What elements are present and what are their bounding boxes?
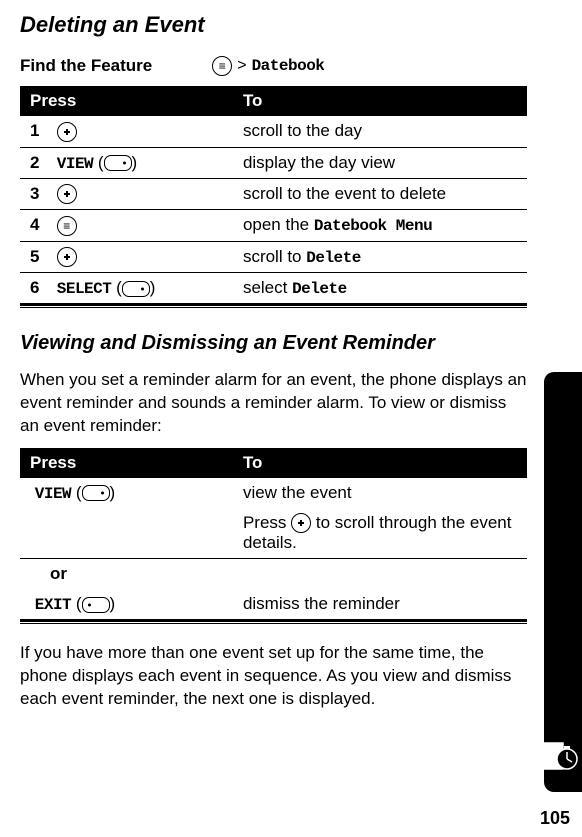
softkey-right-icon xyxy=(122,281,150,297)
page-number: 105 xyxy=(540,808,570,829)
outro-text: If you have more than one event set up f… xyxy=(20,642,527,711)
find-feature-row: Find the Feature > Datebook xyxy=(20,56,527,76)
nav-icon xyxy=(57,247,77,267)
or-label: or xyxy=(20,559,233,590)
nav-icon xyxy=(291,513,311,533)
menu-icon xyxy=(57,216,77,236)
step-num: 2 xyxy=(30,153,52,173)
table-row: 5 scroll to Delete xyxy=(20,241,527,273)
page-heading: Deleting an Event xyxy=(20,12,527,38)
step-desc: scroll to Delete xyxy=(233,241,527,273)
section-intro: When you set a reminder alarm for an eve… xyxy=(20,369,527,438)
step-desc: scroll to the day xyxy=(233,116,527,147)
softkey-right-icon xyxy=(104,155,132,171)
calendar-clock-icon xyxy=(539,737,579,775)
step-desc: open the Datebook Menu xyxy=(233,210,527,242)
col-to: To xyxy=(233,448,527,478)
table-row: 1 scroll to the day xyxy=(20,116,527,147)
step-num: 4 xyxy=(30,215,52,235)
step-num: 5 xyxy=(30,247,52,267)
table-row: EXIT () dismiss the reminder xyxy=(20,589,527,619)
col-press: Press xyxy=(20,86,233,116)
table-row: 2 VIEW () display the day view xyxy=(20,147,527,178)
or-row: or xyxy=(20,559,527,590)
table-row: 3 scroll to the event to delete xyxy=(20,178,527,210)
key-label: VIEW xyxy=(35,485,71,503)
side-tab xyxy=(544,372,582,792)
find-feature-label: Find the Feature xyxy=(20,56,152,76)
col-to: To xyxy=(233,86,527,116)
softkey-right-icon xyxy=(82,485,110,501)
softkey-left-icon xyxy=(82,597,110,613)
step-desc: dismiss the reminder xyxy=(233,589,527,619)
step-desc: select Delete xyxy=(233,273,527,304)
table-row: Press to scroll through the event detail… xyxy=(20,508,527,559)
nav-icon xyxy=(57,184,77,204)
section-heading: Viewing and Dismissing an Event Reminder xyxy=(20,332,527,355)
table-row: 4 open the Datebook Menu xyxy=(20,210,527,242)
nav-icon xyxy=(57,122,77,142)
step-num: 1 xyxy=(30,121,52,141)
path-separator: > xyxy=(237,57,246,75)
step-num: 6 xyxy=(30,278,52,298)
col-press: Press xyxy=(20,448,233,478)
table-divider xyxy=(20,619,527,624)
path-target: Datebook xyxy=(252,57,325,75)
step-extra: Press to scroll through the event detail… xyxy=(233,508,527,559)
menu-icon xyxy=(212,56,232,76)
step-num: 3 xyxy=(30,184,52,204)
table-divider xyxy=(20,303,527,308)
key-label: SELECT xyxy=(57,280,112,298)
steps-table-2: Press To VIEW () view the event Press to… xyxy=(20,448,527,620)
table-row: VIEW () view the event xyxy=(20,478,527,508)
steps-table-1: Press To 1 scroll to the day 2 VIEW () d… xyxy=(20,86,527,303)
table-row: 6 SELECT () select Delete xyxy=(20,273,527,304)
key-label: EXIT xyxy=(35,596,71,614)
step-desc: view the event xyxy=(233,478,527,508)
step-desc: scroll to the event to delete xyxy=(233,178,527,210)
key-label: VIEW xyxy=(57,155,93,173)
step-desc: display the day view xyxy=(233,147,527,178)
